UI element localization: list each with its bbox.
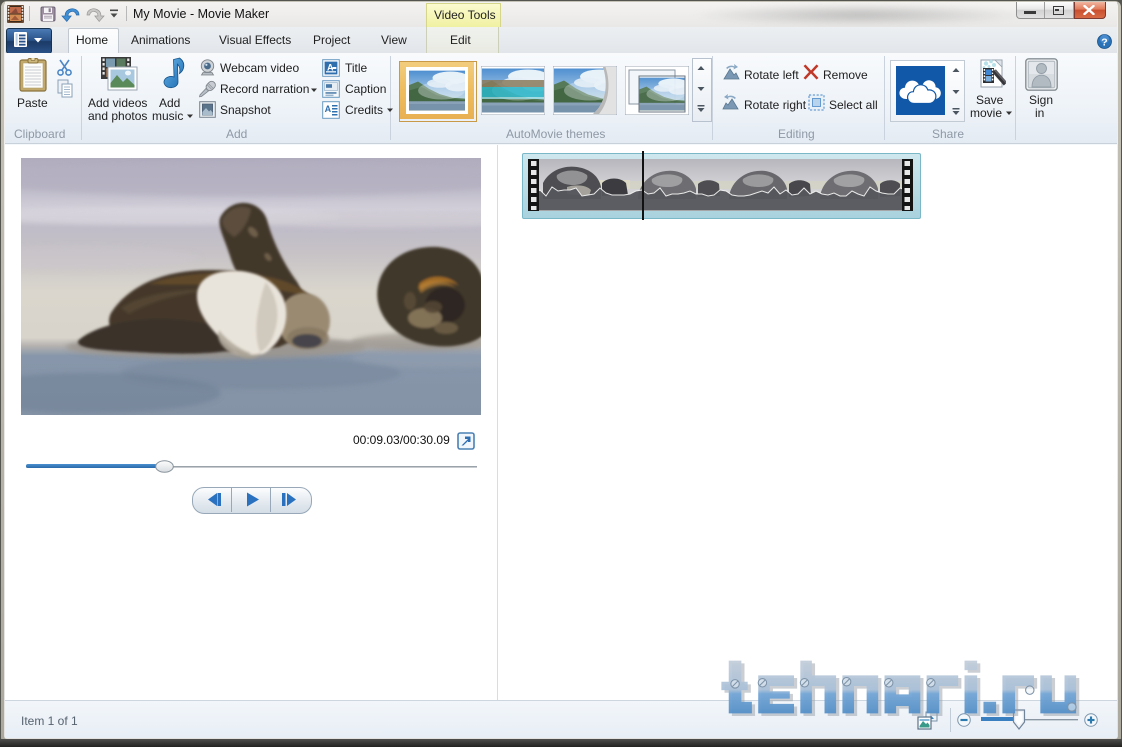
svg-text:?: ?: [1101, 36, 1107, 48]
svg-text:A: A: [325, 104, 332, 114]
